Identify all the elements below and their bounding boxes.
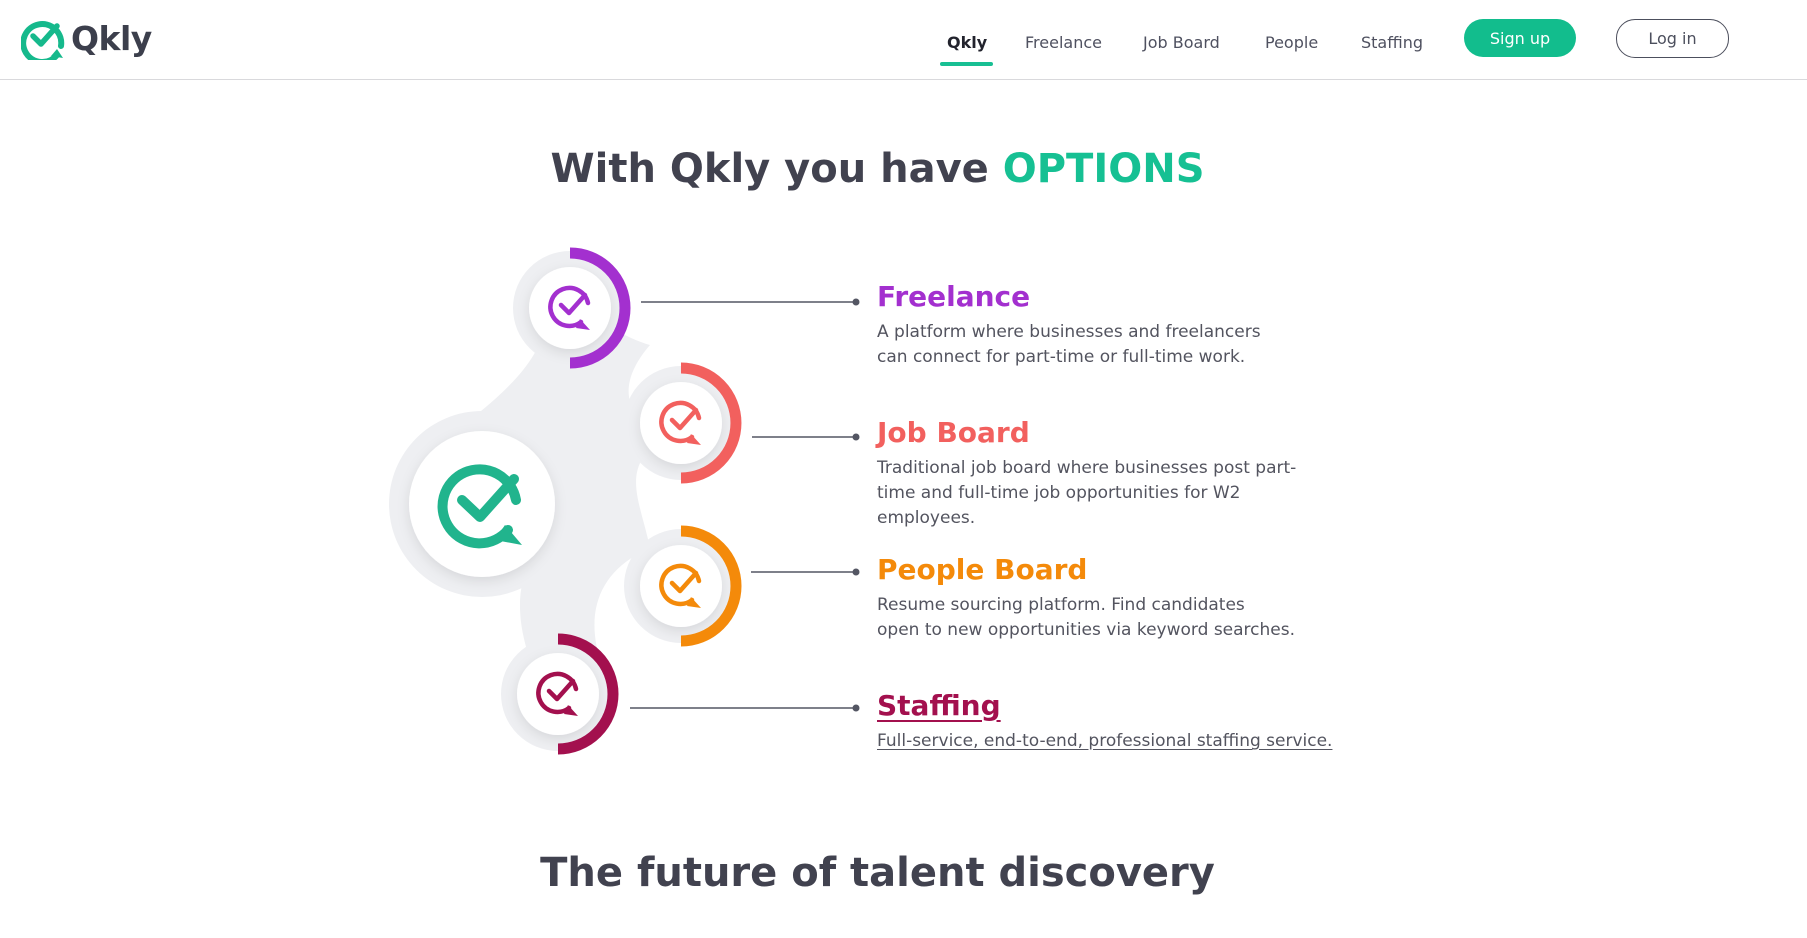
option-people-board: People Board Resume sourcing platform. F… bbox=[877, 553, 1295, 643]
description-line: can connect for part-time or full-time w… bbox=[877, 347, 1246, 367]
option-title[interactable]: Job Board bbox=[877, 416, 1296, 450]
description-line: open to new opportunities via keyword se… bbox=[877, 620, 1296, 640]
description-line[interactable]: Full-service, end-to-end, professional s… bbox=[877, 729, 1332, 754]
connector-lines bbox=[630, 298, 860, 712]
description-line: Resume sourcing platform. Find candidate… bbox=[877, 595, 1245, 615]
option-freelance: Freelance A platform where businesses an… bbox=[877, 280, 1261, 370]
description-line: Traditional job board where businesses p… bbox=[877, 458, 1297, 478]
description-line: employees. bbox=[877, 508, 976, 528]
section-title: The future of talent discovery bbox=[540, 850, 1215, 896]
option-description-link[interactable]: Full-service, end-to-end, professional s… bbox=[877, 729, 1332, 754]
description-line: A platform where businesses and freelanc… bbox=[877, 322, 1261, 342]
option-staffing: Staffing Full-service, end-to-end, profe… bbox=[877, 689, 1332, 754]
option-title[interactable]: Freelance bbox=[877, 280, 1261, 314]
description-line: time and full-time job opportunities for… bbox=[877, 483, 1241, 503]
option-description: A platform where businesses and freelanc… bbox=[877, 320, 1261, 370]
option-job-board: Job Board Traditional job board where bu… bbox=[877, 416, 1296, 531]
option-title[interactable]: People Board bbox=[877, 553, 1295, 587]
option-description: Traditional job board where businesses p… bbox=[877, 456, 1296, 531]
option-description: Resume sourcing platform. Find candidate… bbox=[877, 593, 1295, 643]
central-node bbox=[409, 431, 555, 577]
option-title-link[interactable]: Staffing bbox=[877, 689, 1332, 723]
